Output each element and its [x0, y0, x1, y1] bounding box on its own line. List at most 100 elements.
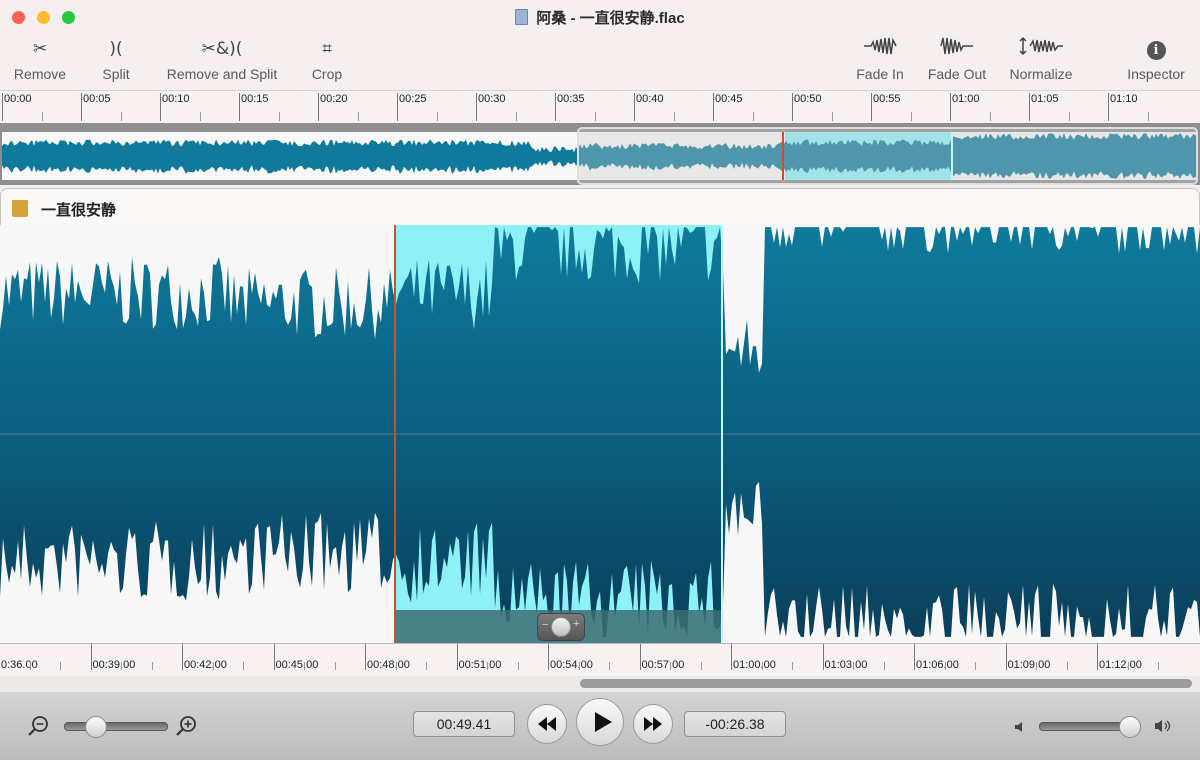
- zoom-slider[interactable]: [64, 722, 168, 731]
- ruler-minor-tick: [426, 662, 427, 670]
- fade-in-button[interactable]: Fade In: [850, 36, 910, 82]
- remove-label: Remove: [13, 66, 67, 82]
- ruler-minor-tick: [944, 662, 946, 670]
- fade-in-label: Fade In: [856, 66, 904, 82]
- zoom-in-icon[interactable]: [172, 714, 196, 738]
- ruler-minor-tick: [700, 662, 702, 670]
- normalize-icon: [1004, 36, 1078, 62]
- ruler-label: 00:39.00: [92, 659, 136, 671]
- volume-low-icon: [1014, 720, 1026, 738]
- ruler-major-tick: [822, 644, 824, 670]
- volume-slider-knob[interactable]: [1119, 716, 1141, 738]
- ruler-major-tick: [731, 644, 732, 670]
- ruler-major-tick: [2, 93, 3, 121]
- ruler-minor-tick: [910, 112, 912, 121]
- fade-out-button[interactable]: Fade Out: [924, 36, 990, 82]
- ruler-major-tick: [1097, 644, 1098, 670]
- volume-plus-icon: +: [573, 618, 580, 630]
- ruler-minor-tick: [975, 662, 976, 670]
- waveform-editor[interactable]: − +: [0, 225, 1200, 643]
- ruler-label: 00:10: [162, 93, 190, 105]
- remove-and-split-icon: ✂&)(: [201, 39, 243, 59]
- scrollbar-thumb[interactable]: [580, 679, 1192, 688]
- audio-file-icon: [12, 200, 28, 217]
- ruler-label: 00:45.00: [275, 659, 319, 671]
- ruler-minor-tick: [1158, 662, 1159, 670]
- waveform-shape: [0, 227, 1200, 637]
- ruler-label: 00:05: [83, 93, 111, 105]
- ruler-minor-tick: [487, 662, 488, 670]
- crop-button[interactable]: ⌗ Crop: [306, 36, 348, 82]
- ruler-minor-tick: [243, 662, 244, 670]
- normalize-button[interactable]: Normalize: [1004, 36, 1078, 82]
- ruler-minor-tick: [761, 662, 763, 670]
- ruler-minor-tick: [989, 112, 991, 121]
- ruler-minor-tick: [436, 112, 438, 121]
- ruler-minor-tick: [515, 112, 517, 121]
- ruler-label: 00:51.00: [458, 659, 502, 671]
- ruler-minor-tick: [831, 112, 833, 121]
- ruler-major-tick: [1108, 93, 1109, 121]
- ruler-minor-tick: [594, 112, 596, 121]
- detail-timeline-ruler: 0:36.00 00:39.00 00:42.00 00:45.00 00:48.00 0…: [0, 643, 1200, 677]
- remove-and-split-button[interactable]: ✂&)( Remove and Split: [160, 36, 284, 82]
- info-icon: i: [1120, 36, 1192, 62]
- ruler-label: 00:57.00: [641, 659, 685, 671]
- ruler-minor-tick: [334, 662, 336, 670]
- play-button[interactable]: [576, 698, 624, 746]
- selection-volume-knob[interactable]: − +: [537, 613, 585, 641]
- ruler-minor-tick: [752, 112, 754, 121]
- remaining-time-display: -00:26.38: [684, 711, 786, 737]
- ruler-minor-tick: [1036, 662, 1037, 670]
- ruler-major-tick: [713, 93, 714, 121]
- ruler-minor-tick: [395, 662, 397, 670]
- fade-out-icon: [924, 36, 990, 62]
- document-icon: [515, 9, 529, 25]
- ruler-label: 01:12.00: [1099, 659, 1142, 671]
- overview-waveform[interactable]: [0, 123, 1200, 185]
- current-time-display: 00:49.41: [413, 711, 515, 737]
- zoom-slider-knob[interactable]: [84, 716, 107, 738]
- ruler-label: 00:54.00: [550, 659, 593, 671]
- volume-minus-icon: −: [542, 619, 549, 631]
- zoom-out-icon[interactable]: [26, 714, 48, 736]
- ruler-label: 00:25: [399, 93, 427, 105]
- horizontal-scrollbar[interactable]: [0, 676, 1200, 692]
- ruler-minor-tick: [41, 112, 43, 121]
- ruler-minor-tick: [151, 662, 153, 670]
- ruler-major-tick: [318, 93, 319, 121]
- ruler-minor-tick: [278, 112, 280, 121]
- track-header: 一直很安静: [0, 188, 1200, 226]
- crop-icon: ⌗: [322, 39, 332, 59]
- ruler-major-tick: [239, 93, 240, 121]
- ruler-major-tick: [273, 644, 275, 670]
- inspector-button[interactable]: i Inspector: [1120, 36, 1192, 82]
- ruler-major-tick: [914, 644, 915, 670]
- split-button[interactable]: )( Split: [96, 36, 136, 82]
- ruler-minor-tick: [121, 662, 122, 670]
- remove-button[interactable]: ✂ Remove: [10, 36, 70, 82]
- ruler-major-tick: [639, 644, 641, 670]
- rewind-button[interactable]: [527, 704, 567, 744]
- ruler-minor-tick: [883, 662, 885, 670]
- ruler-minor-tick: [1066, 662, 1068, 670]
- ruler-major-tick: [792, 93, 793, 121]
- ruler-minor-tick: [578, 662, 580, 670]
- ruler-major-tick: [456, 644, 458, 670]
- ruler-major-tick: [548, 644, 549, 670]
- ruler-label: 01:09.00: [1007, 659, 1051, 671]
- overview-timeline-ruler: 00:00 00:05 00:10 00:15 00:20 00:25 00:30 00:35…: [0, 90, 1200, 124]
- ruler-major-tick: [90, 644, 92, 670]
- ruler-minor-tick: [670, 662, 671, 670]
- ruler-minor-tick: [792, 662, 793, 670]
- ruler-major-tick: [871, 93, 872, 121]
- ruler-label: 00:20: [320, 93, 348, 105]
- rewind-icon: [536, 714, 558, 738]
- window-title: 阿桑 - 一直很安静.flac: [0, 7, 1200, 28]
- ruler-label: 01:00.00: [733, 659, 776, 671]
- fast-forward-button[interactable]: [633, 704, 673, 744]
- ruler-minor-tick: [60, 662, 61, 670]
- fast-forward-icon: [642, 714, 664, 738]
- window-toolbar: 阿桑 - 一直很安静.flac ✂ Remove )( Split ✂&)( R…: [0, 0, 1200, 90]
- ruler-minor-tick: [673, 112, 675, 121]
